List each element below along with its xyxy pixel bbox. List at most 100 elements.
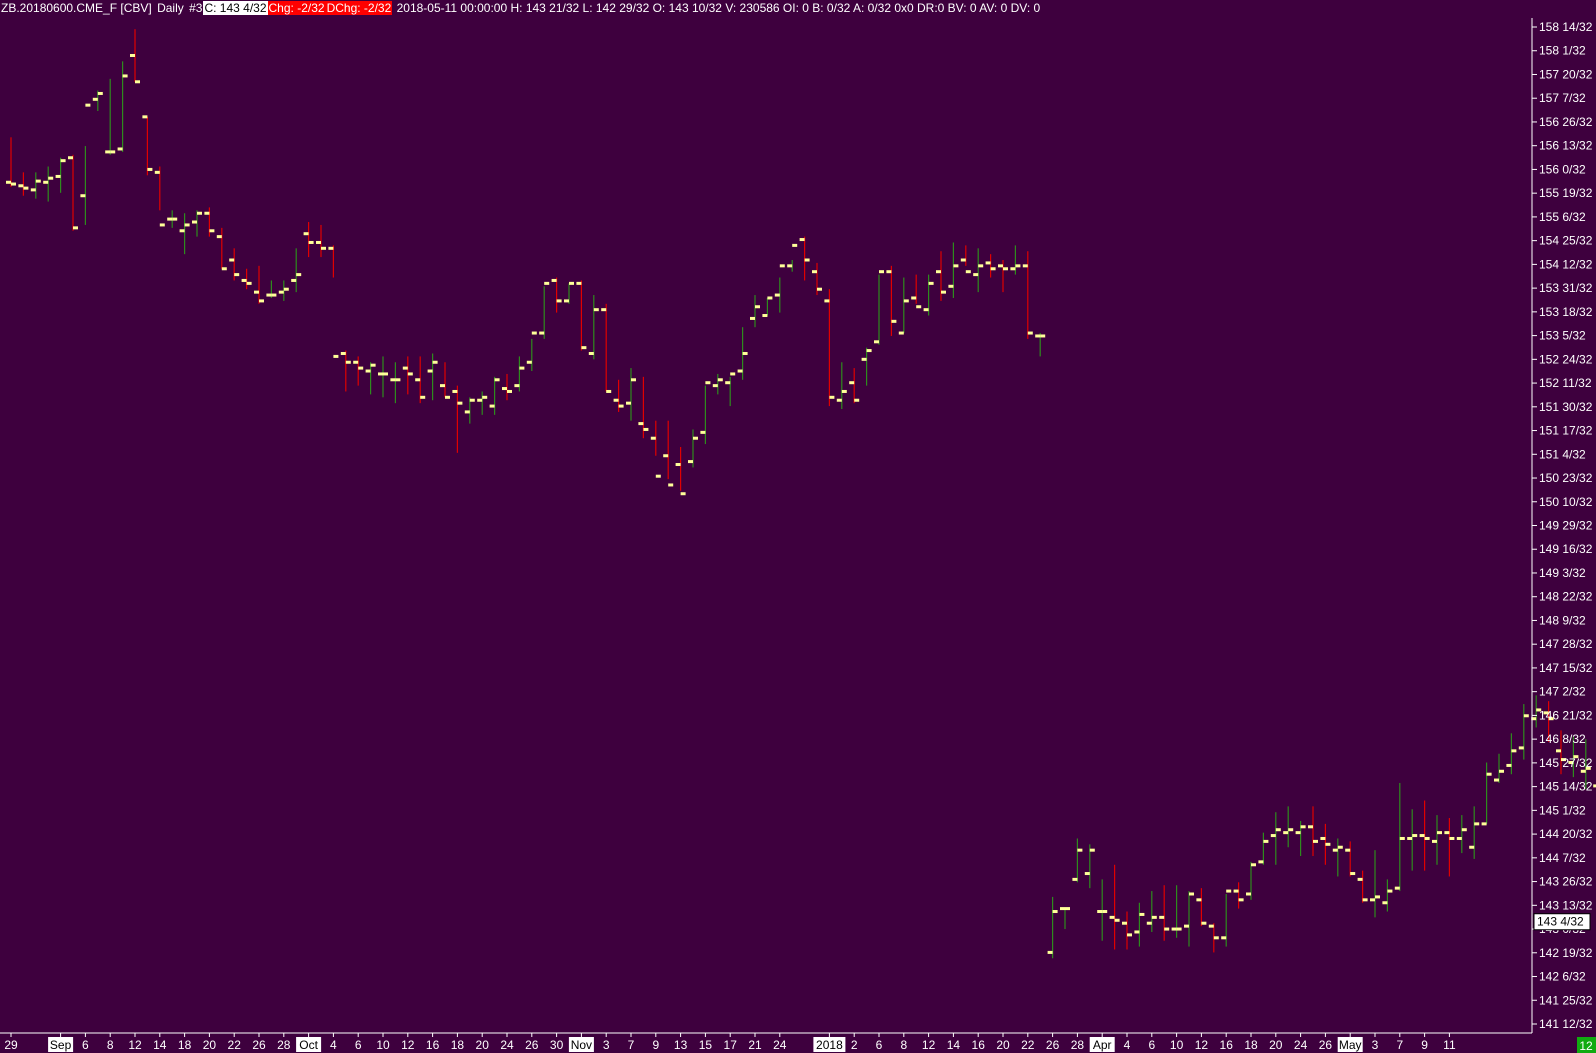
close-tick [1114, 918, 1120, 922]
price-tick-label: 147 2/32 [1539, 685, 1586, 699]
price-tick-label: 141 12/32 [1539, 1017, 1593, 1031]
close-tick [246, 281, 252, 285]
open-tick [551, 278, 557, 282]
price-tick-label: 142 6/32 [1539, 970, 1586, 984]
date-tick-label: 26 [525, 1038, 539, 1052]
close-tick [1288, 828, 1294, 832]
price-tick-label: 149 16/32 [1539, 542, 1593, 556]
close-tick [817, 287, 822, 291]
close-tick [48, 176, 54, 180]
close-tick [1052, 910, 1058, 914]
close-tick [903, 299, 909, 303]
close-tick [804, 258, 810, 262]
price-tick-label: 151 4/32 [1539, 447, 1586, 461]
price-tick-label: 152 24/32 [1539, 352, 1593, 366]
open-tick [1010, 267, 1016, 271]
open-tick [1419, 834, 1425, 838]
last-price-label: 143 4/32 [1537, 915, 1584, 929]
close-tick [395, 378, 401, 382]
open-tick [787, 264, 793, 268]
date-tick-label: 10 [376, 1038, 390, 1052]
date-tick-label: 16 [1220, 1038, 1234, 1052]
price-tick-label: 156 26/32 [1539, 115, 1593, 129]
open-tick [675, 463, 681, 467]
close-tick [122, 74, 128, 78]
open-tick [1469, 845, 1475, 849]
close-tick [271, 293, 277, 297]
price-tick-label: 141 25/32 [1539, 993, 1593, 1007]
open-tick [613, 398, 619, 402]
date-tick-label: 18 [451, 1038, 465, 1052]
close-tick [85, 103, 91, 107]
date-tick-label: 8 [107, 1038, 114, 1052]
close-tick [531, 331, 537, 335]
open-tick [1444, 831, 1450, 835]
price-chart[interactable]: 158 14/32158 1/32157 20/32157 7/32156 26… [0, 0, 1596, 1053]
open-tick [1196, 898, 1202, 902]
open-tick [1022, 264, 1028, 268]
close-tick [755, 305, 760, 309]
close-tick [668, 483, 674, 487]
close-tick [581, 346, 587, 350]
close-tick [544, 281, 550, 285]
close-tick [841, 389, 847, 393]
date-tick-label: 4 [1124, 1038, 1131, 1052]
price-tick-label: 147 15/32 [1539, 661, 1593, 675]
open-tick [1072, 877, 1078, 881]
open-tick [1518, 746, 1524, 750]
date-tick-label: 6 [82, 1038, 89, 1052]
close-tick [1201, 921, 1207, 925]
open-tick [936, 270, 941, 274]
date-tick-label: 14 [947, 1038, 961, 1052]
close-tick [1350, 872, 1356, 876]
close-tick [482, 395, 488, 399]
date-axis[interactable]: 29 Sep 6 8 12 14 18 20 22 26 28 Oct 4 6 10 12 16 18 20 24 26… [0, 1032, 1532, 1052]
open-tick [1233, 889, 1239, 893]
open-tick [1382, 901, 1388, 905]
open-tick [998, 264, 1003, 268]
close-tick [1337, 845, 1343, 849]
close-tick [370, 363, 376, 367]
close-tick [1089, 848, 1095, 852]
open-tick [1270, 834, 1276, 838]
price-tick-label: 149 29/32 [1539, 519, 1593, 533]
date-tick-label: 22 [1021, 1038, 1035, 1052]
date-tick-label: 20 [996, 1038, 1010, 1052]
close-tick [1015, 264, 1021, 268]
date-tick-label: 3 [603, 1038, 610, 1052]
open-tick [1308, 825, 1313, 829]
open-tick [898, 331, 904, 335]
date-tick-label: 20 [476, 1038, 490, 1052]
open-tick [1208, 924, 1214, 928]
price-tick-label: 147 28/32 [1539, 637, 1593, 651]
open-tick [1258, 860, 1264, 864]
date-tick-label: 4 [330, 1038, 337, 1052]
close-tick [1151, 915, 1157, 919]
price-tick-label: 153 18/32 [1539, 305, 1593, 319]
close-tick [1003, 267, 1008, 271]
price-tick-label: 148 22/32 [1539, 590, 1593, 604]
close-tick [73, 226, 78, 230]
open-tick [55, 174, 61, 178]
date-tick-label: 9 [1421, 1038, 1428, 1052]
price-tick-label: 151 30/32 [1539, 400, 1593, 414]
open-tick [43, 180, 49, 184]
date-tick-label: 9 [652, 1038, 659, 1052]
close-tick [779, 264, 785, 268]
open-tick [278, 290, 284, 294]
date-tick-label: 6 [1148, 1038, 1155, 1052]
date-tick-label: 2018 [816, 1038, 843, 1052]
close-tick [941, 290, 946, 294]
close-tick [854, 398, 860, 402]
close-tick [333, 354, 339, 358]
close-tick [631, 378, 636, 382]
open-tick [1184, 924, 1189, 928]
date-tick-label: 30 [550, 1038, 564, 1052]
close-tick [97, 91, 103, 95]
price-axis[interactable]: 158 14/32 158 1/32 157 20/32 157 7/32 156 26… [1531, 18, 1593, 1033]
close-tick [1176, 927, 1182, 931]
price-tick-label: 153 5/32 [1539, 329, 1586, 343]
close-tick [234, 273, 240, 277]
close-tick [184, 223, 190, 227]
close-tick [1077, 848, 1083, 852]
